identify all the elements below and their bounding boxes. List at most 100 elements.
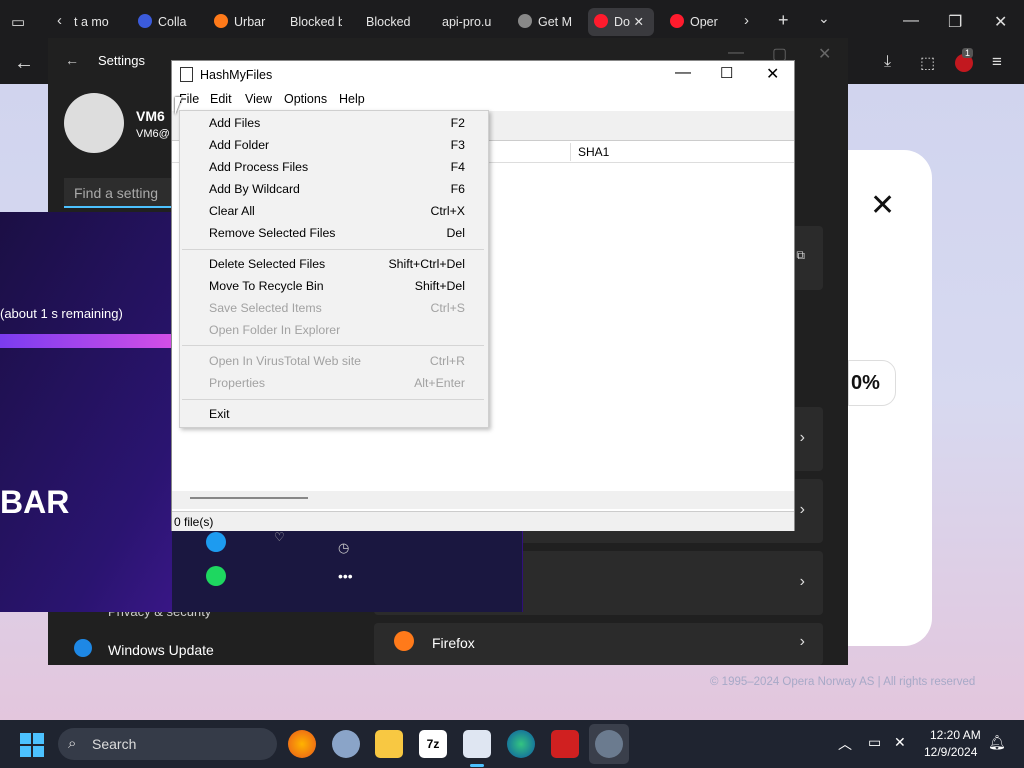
windows-start-icon[interactable]: [20, 733, 44, 757]
download-progress: [0, 334, 180, 348]
menu-edit[interactable]: Edit: [210, 92, 232, 106]
close-icon[interactable]: ✕: [870, 188, 895, 223]
tab-label: Blocked: [366, 15, 411, 29]
tab-label: api-pro.u: [442, 15, 492, 29]
spotify-icon[interactable]: [206, 566, 226, 586]
new-tab-icon[interactable]: +: [778, 10, 789, 31]
hashmyfiles-taskbar-icon[interactable]: [463, 730, 491, 758]
download-status: (about 1 s remaining): [0, 306, 123, 321]
close-icon[interactable]: ✕: [766, 64, 779, 84]
menu-help[interactable]: Help: [339, 92, 365, 106]
notification-bell-icon[interactable]: 🔔︎: [988, 734, 1006, 751]
minimize-icon[interactable]: —: [903, 12, 919, 30]
tabs-scroll-right-icon[interactable]: ›: [744, 12, 749, 29]
tab-label: Colla: [158, 15, 187, 29]
search-icon: [138, 14, 152, 28]
menu-item-clear-all[interactable]: Clear All Ctrl+X: [209, 200, 465, 222]
restore-icon[interactable]: ❐: [948, 12, 962, 32]
menu-separator: [182, 345, 484, 346]
tab-7[interactable]: Get M: [518, 8, 574, 36]
tab-2[interactable]: Colla: [138, 8, 190, 36]
tab-5[interactable]: Blocked: [366, 8, 418, 36]
file-count: 0 file(s): [174, 515, 214, 529]
menu-options[interactable]: Options: [284, 92, 327, 106]
tab-overview-icon[interactable]: ▭: [11, 13, 25, 31]
back-icon[interactable]: ←: [14, 52, 34, 75]
close-icon[interactable]: ✕: [994, 12, 1007, 32]
scrollbar-thumb[interactable]: [190, 497, 308, 499]
tab-active[interactable]: Do ✕: [588, 8, 654, 36]
active-indicator: [470, 764, 484, 767]
settings-search-input[interactable]: Find a setting: [64, 178, 174, 208]
clock-date[interactable]: 12/9/2024: [924, 745, 977, 759]
tab-6[interactable]: api-pro.u: [442, 8, 494, 36]
menu-item-move-to-recycle-bin[interactable]: Move To Recycle Bin Shift+Del: [209, 275, 465, 297]
clock-icon[interactable]: ◷: [338, 540, 349, 556]
menu-item-add-files[interactable]: Add Files F2: [209, 112, 465, 134]
tab-3[interactable]: Urbar: [214, 8, 268, 36]
clock-time[interactable]: 12:20 AM: [930, 728, 981, 742]
minimize-icon[interactable]: —: [675, 64, 691, 82]
shortcut: Ctrl+S: [430, 301, 465, 315]
edge-icon[interactable]: [507, 730, 535, 758]
percent-badge: 0%: [848, 360, 896, 406]
download-icon[interactable]: ⤓: [884, 53, 891, 71]
twitter-icon[interactable]: [206, 532, 226, 552]
search-placeholder: Find a setting: [74, 185, 159, 201]
menu-view[interactable]: View: [245, 92, 272, 106]
settings-gear-icon[interactable]: [595, 730, 623, 758]
menu-item-label: Add By Wildcard: [209, 182, 300, 196]
firefox-icon[interactable]: [288, 730, 316, 758]
menu-item-label: Add Folder: [209, 138, 270, 152]
close-tab-icon[interactable]: ✕: [633, 15, 643, 29]
menu-item-remove-selected[interactable]: Remove Selected Files Del: [209, 222, 465, 244]
chevron-up-icon[interactable]: ︿: [838, 734, 852, 754]
settings-close-icon[interactable]: ✕: [818, 44, 831, 64]
tab-1[interactable]: t a mo: [74, 8, 114, 36]
settings-row-firefox[interactable]: Firefox ›: [374, 623, 823, 665]
menu-separator: [182, 399, 484, 400]
7zip-icon[interactable]: 7z: [419, 730, 447, 758]
acrobat-icon[interactable]: [551, 730, 579, 758]
window-title: HashMyFiles: [200, 68, 273, 82]
menu-file[interactable]: File: [179, 92, 199, 106]
chevron-right-icon: ›: [799, 501, 805, 518]
more-icon[interactable]: •••: [338, 568, 353, 584]
back-icon[interactable]: ←: [65, 52, 79, 68]
notification-badge: 1: [962, 48, 974, 58]
shortcut: Shift+Del: [414, 279, 465, 293]
paint-icon[interactable]: [332, 730, 360, 758]
maximize-icon[interactable]: ☐: [720, 64, 733, 82]
extensions-icon[interactable]: ⬚: [920, 53, 935, 73]
heart-icon[interactable]: ♡: [274, 530, 285, 544]
menu-item-add-by-wildcard[interactable]: Add By Wildcard F6: [209, 178, 465, 200]
menu-item-save-selected: Save Selected Items Ctrl+S: [209, 297, 465, 319]
network-icon[interactable]: ▭: [868, 734, 881, 751]
avatar: [64, 93, 124, 153]
chevron-down-icon[interactable]: ⌄: [818, 10, 830, 27]
menu-icon[interactable]: ≡: [992, 52, 1002, 72]
horizontal-scrollbar[interactable]: [172, 491, 794, 509]
taskbar-search[interactable]: ⌕ Search: [58, 728, 277, 760]
column-sha1[interactable]: SHA1: [578, 145, 609, 159]
file-explorer-icon[interactable]: [375, 730, 403, 758]
chevron-right-icon: ›: [799, 633, 805, 650]
menu-item-exit[interactable]: Exit: [209, 403, 465, 425]
search-label: Search: [92, 736, 137, 752]
menu-item-label: Move To Recycle Bin: [209, 279, 324, 293]
tab-9[interactable]: Oper: [670, 8, 724, 36]
menu-bar: File Edit View Options Help: [172, 89, 794, 111]
menu-item-add-folder[interactable]: Add Folder F3: [209, 134, 465, 156]
sidebar-item-windows-update[interactable]: Windows Update: [108, 642, 214, 658]
menu-item-add-process-files[interactable]: Add Process Files F4: [209, 156, 465, 178]
tabs-scroll-left-icon[interactable]: ‹: [57, 12, 62, 29]
tab-4[interactable]: Blocked b: [290, 8, 342, 36]
search-icon: ⌕: [68, 735, 77, 752]
tab-label: Urbar: [234, 15, 266, 29]
taskbar: ⌕ Search 7z ︿ ▭ ✕ 12:20 AM 12/9/2024 🔔︎: [0, 720, 1024, 768]
menu-item-properties: Properties Alt+Enter: [209, 372, 465, 394]
status-bar: 0 file(s): [172, 511, 794, 531]
volume-muted-icon[interactable]: ✕: [894, 734, 906, 751]
opera-icon: [594, 14, 608, 28]
menu-item-delete-selected[interactable]: Delete Selected Files Shift+Ctrl+Del: [209, 253, 465, 275]
